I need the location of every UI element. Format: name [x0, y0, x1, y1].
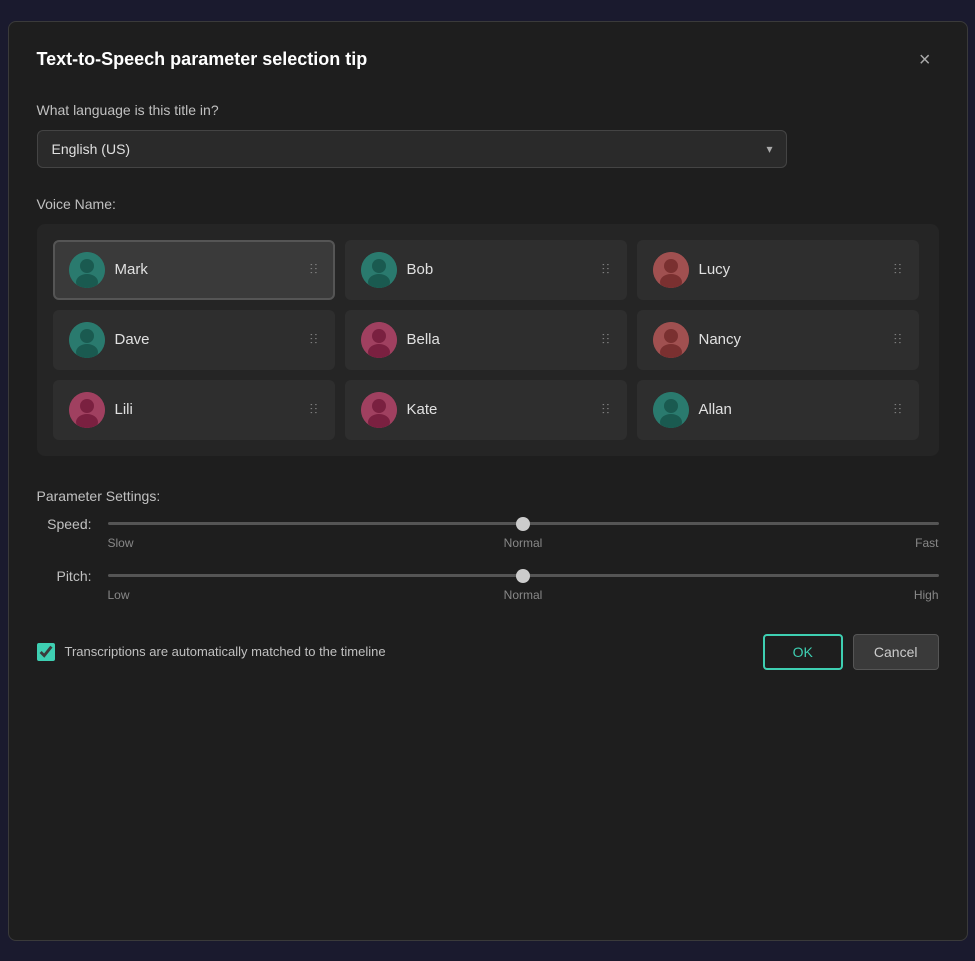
cancel-button[interactable]: Cancel [853, 634, 939, 670]
voice-section-label: Voice Name: [37, 196, 939, 212]
avatar-nancy [653, 322, 689, 358]
waveform-icon-lucy: ⫶⫶ [894, 261, 903, 278]
voice-card-lucy[interactable]: Lucy ⫶⫶ [637, 240, 919, 300]
waveform-icon-bob: ⫶⫶ [602, 261, 611, 278]
speed-label-normal: Normal [385, 536, 662, 550]
speed-label-fast: Fast [662, 536, 939, 550]
waveform-icon-allan: ⫶⫶ [894, 401, 903, 418]
pitch-label-low: Low [108, 588, 385, 602]
avatar-dave [69, 322, 105, 358]
waveform-icon-nancy: ⫶⫶ [894, 331, 903, 348]
pitch-label: Pitch: [37, 568, 92, 584]
voice-grid: Mark ⫶⫶ Bob ⫶⫶ [53, 240, 923, 440]
avatar-mark [69, 252, 105, 288]
voice-grid-container: Mark ⫶⫶ Bob ⫶⫶ [37, 224, 939, 456]
voice-name-bella: Bella [407, 331, 440, 348]
waveform-icon-lili: ⫶⫶ [310, 401, 319, 418]
voice-card-allan[interactable]: Allan ⫶⫶ [637, 380, 919, 440]
transcription-checkbox[interactable] [37, 643, 55, 661]
voice-card-dave[interactable]: Dave ⫶⫶ [53, 310, 335, 370]
waveform-icon-kate: ⫶⫶ [602, 401, 611, 418]
dialog-header: Text-to-Speech parameter selection tip × [37, 46, 939, 74]
voice-name-nancy: Nancy [699, 331, 742, 348]
waveform-icon-mark: ⫶⫶ [310, 261, 319, 278]
speed-labels: Slow Normal Fast [108, 536, 939, 550]
voice-card-bob[interactable]: Bob ⫶⫶ [345, 240, 627, 300]
speed-label: Speed: [37, 516, 92, 532]
avatar-bob [361, 252, 397, 288]
voice-card-nancy[interactable]: Nancy ⫶⫶ [637, 310, 919, 370]
transcription-checkbox-label[interactable]: Transcriptions are automatically matched… [37, 643, 386, 661]
voice-card-mark[interactable]: Mark ⫶⫶ [53, 240, 335, 300]
dialog-footer: Transcriptions are automatically matched… [37, 634, 939, 670]
dialog-title: Text-to-Speech parameter selection tip [37, 49, 368, 70]
voice-name-mark: Mark [115, 261, 148, 278]
language-select[interactable]: English (US) English (UK) Spanish French… [37, 130, 787, 168]
voice-name-allan: Allan [699, 401, 732, 418]
close-button[interactable]: × [911, 46, 939, 74]
language-section: What language is this title in? English … [37, 102, 939, 168]
pitch-label-high: High [662, 588, 939, 602]
speed-row: Speed: [37, 516, 939, 532]
waveform-icon-bella: ⫶⫶ [602, 331, 611, 348]
voice-section: Voice Name: Mark ⫶⫶ [37, 196, 939, 456]
language-select-container: English (US) English (UK) Spanish French… [37, 130, 787, 168]
ok-button[interactable]: OK [763, 634, 843, 670]
pitch-slider[interactable] [108, 574, 939, 577]
avatar-bella [361, 322, 397, 358]
voice-name-lucy: Lucy [699, 261, 731, 278]
voice-name-dave: Dave [115, 331, 150, 348]
voice-name-lili: Lili [115, 401, 133, 418]
transcription-label-text: Transcriptions are automatically matched… [65, 644, 386, 659]
voice-card-lili[interactable]: Lili ⫶⫶ [53, 380, 335, 440]
avatar-allan [653, 392, 689, 428]
language-label: What language is this title in? [37, 102, 939, 118]
avatar-lili [69, 392, 105, 428]
tts-dialog: Text-to-Speech parameter selection tip ×… [8, 21, 968, 941]
pitch-label-normal: Normal [385, 588, 662, 602]
waveform-icon-dave: ⫶⫶ [310, 331, 319, 348]
footer-buttons: OK Cancel [763, 634, 939, 670]
avatar-lucy [653, 252, 689, 288]
avatar-kate [361, 392, 397, 428]
param-section: Parameter Settings: Speed: Slow Normal F… [37, 488, 939, 602]
pitch-row: Pitch: [37, 568, 939, 584]
voice-card-kate[interactable]: Kate ⫶⫶ [345, 380, 627, 440]
speed-slider[interactable] [108, 522, 939, 525]
speed-label-slow: Slow [108, 536, 385, 550]
voice-name-kate: Kate [407, 401, 438, 418]
pitch-labels: Low Normal High [108, 588, 939, 602]
voice-name-bob: Bob [407, 261, 434, 278]
param-section-label: Parameter Settings: [37, 488, 939, 504]
voice-card-bella[interactable]: Bella ⫶⫶ [345, 310, 627, 370]
